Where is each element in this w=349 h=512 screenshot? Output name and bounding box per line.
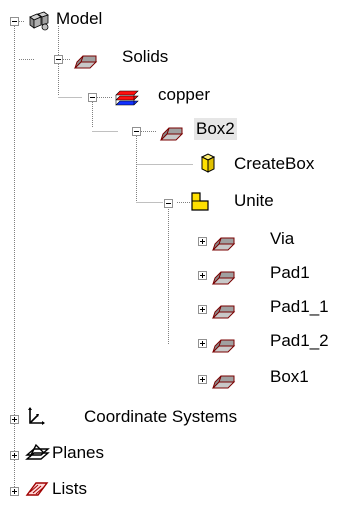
lists-icon xyxy=(25,482,49,496)
expand-toggle[interactable] xyxy=(198,305,207,314)
solid-box-icon xyxy=(73,55,98,69)
collapse-toggle[interactable] xyxy=(88,93,97,102)
tree-node-label[interactable]: Pad1 xyxy=(268,262,312,284)
expand-toggle[interactable] xyxy=(198,375,207,384)
tree-node-label[interactable]: Coordinate Systems xyxy=(82,406,239,428)
tree-node-label[interactable]: Lists xyxy=(50,478,89,500)
expand-toggle[interactable] xyxy=(198,271,207,280)
solid-box-icon xyxy=(211,237,236,251)
collapse-toggle[interactable] xyxy=(164,199,173,208)
collapse-toggle[interactable] xyxy=(54,55,63,64)
tree-node-label[interactable]: copper xyxy=(156,84,212,106)
solid-box-icon xyxy=(159,127,184,141)
tree-node-label[interactable]: Box2 xyxy=(194,118,237,140)
tree-node-label[interactable]: Pad1_1 xyxy=(268,296,331,318)
model-icon xyxy=(29,11,49,31)
solid-box-icon xyxy=(211,375,236,389)
collapse-toggle[interactable] xyxy=(10,17,19,26)
create-box-icon xyxy=(200,153,216,173)
tree-node-label[interactable]: Pad1_2 xyxy=(268,330,331,352)
expand-toggle[interactable] xyxy=(10,415,19,424)
tree-connector-lines xyxy=(14,21,193,490)
expand-toggle[interactable] xyxy=(198,237,207,246)
expand-toggle[interactable] xyxy=(10,487,19,496)
tree-node-label[interactable]: Unite xyxy=(232,190,276,212)
tree-node-label[interactable]: Via xyxy=(268,228,296,250)
material-layers-icon xyxy=(115,90,139,106)
solid-box-icon xyxy=(211,339,236,353)
collapse-toggle[interactable] xyxy=(132,127,141,136)
expand-toggle[interactable] xyxy=(198,339,207,348)
tree-node-label[interactable]: Planes xyxy=(50,442,106,464)
solid-box-icon xyxy=(211,271,236,285)
tree-node-label[interactable]: Solids xyxy=(120,46,170,68)
tree-node-label[interactable]: CreateBox xyxy=(232,153,316,175)
tree-node-label[interactable]: Box1 xyxy=(268,366,311,388)
expand-toggle[interactable] xyxy=(10,451,19,460)
solid-box-icon xyxy=(211,305,236,319)
tree-node-label[interactable]: Model xyxy=(54,8,104,30)
model-tree: Model Solids copper Box2 CreateBox Unite… xyxy=(0,0,349,505)
coordinate-axes-icon xyxy=(28,407,45,425)
planes-icon xyxy=(25,443,50,460)
unite-icon xyxy=(191,192,209,211)
